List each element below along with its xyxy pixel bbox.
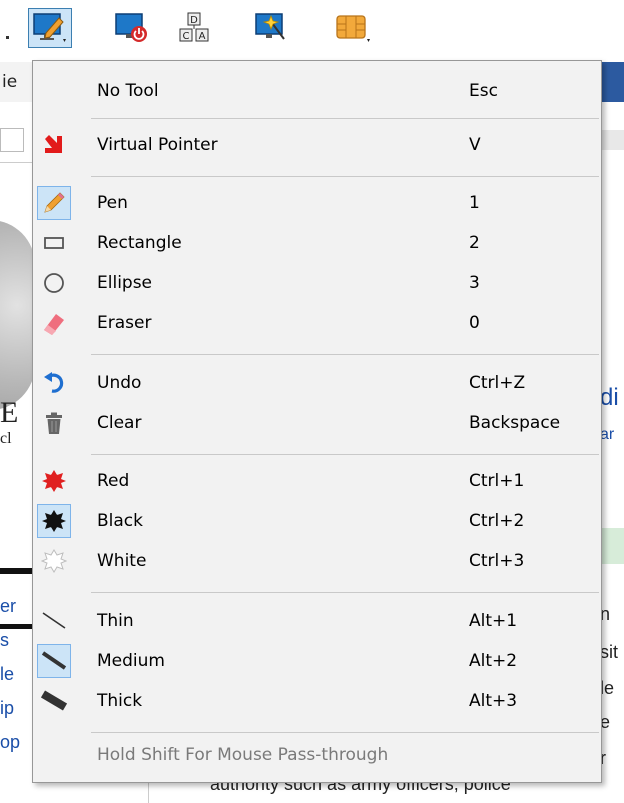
bg-fragment: ie [2, 72, 18, 92]
bg-black-line [0, 568, 32, 574]
menu-item-ellipse[interactable]: Ellipse 3 [33, 263, 601, 303]
svg-text:D: D [190, 15, 198, 26]
menu-item-shortcut: 3 [469, 273, 480, 293]
menu-item-label: Pen [97, 193, 128, 213]
thick-line-icon [37, 684, 71, 718]
eraser-icon [37, 306, 71, 340]
undo-arrow-icon [37, 366, 71, 400]
bg-link-fragment: er [0, 596, 17, 616]
menu-item-shortcut: 1 [469, 193, 480, 213]
menu-item-shortcut: Esc [469, 81, 498, 101]
bg-right-fragment: sit [600, 642, 618, 662]
bg-right-fragment: ar [600, 426, 615, 443]
ellipse-icon [37, 266, 71, 300]
menu-item-shortcut: Ctrl+2 [469, 511, 525, 531]
thin-line-icon [37, 604, 71, 638]
sim-chip-icon [336, 15, 370, 42]
toolbar-overflow-dot [6, 36, 9, 39]
bg-header-bar [600, 62, 624, 102]
menu-footer-hint: Hold Shift For Mouse Pass-through [97, 745, 389, 765]
menu-item-medium[interactable]: Medium Alt+2 [33, 641, 601, 681]
monitor-magic-wand-icon [255, 13, 285, 40]
menu-item-shortcut: Ctrl+3 [469, 551, 525, 571]
annotation-tool-button[interactable] [28, 8, 72, 48]
menu-item-shortcut: Alt+2 [469, 651, 518, 671]
menu-item-label: Virtual Pointer [97, 135, 218, 155]
pencil-icon [37, 186, 71, 220]
bg-globe-logo [0, 220, 35, 410]
menu-item-rectangle[interactable]: Rectangle 2 [33, 223, 601, 263]
white-splat-icon [37, 544, 71, 578]
menu-item-label: Rectangle [97, 233, 182, 253]
menu-separator [91, 176, 599, 177]
menu-separator [91, 454, 599, 455]
monitor-power-icon [115, 13, 147, 42]
menu-item-shortcut: Ctrl+Z [469, 373, 526, 393]
menu-item-label: Thick [97, 691, 143, 711]
monitor-pen-icon [33, 13, 66, 42]
trash-icon [37, 406, 71, 440]
menu-item-no-tool[interactable]: No Tool Esc [33, 71, 601, 111]
bg-link-fragment: op [0, 732, 21, 752]
menu-item-label: Red [97, 471, 130, 491]
menu-separator [91, 354, 599, 355]
red-arrow-pointer-icon [37, 128, 71, 162]
menu-separator [91, 732, 599, 733]
black-splat-icon [37, 504, 71, 538]
menu-item-shortcut: 0 [469, 313, 480, 333]
menu-item-shortcut: Alt+1 [469, 611, 518, 631]
menu-item-label: No Tool [97, 81, 159, 101]
menu-item-label: Medium [97, 651, 165, 671]
menu-item-label: Ellipse [97, 273, 153, 293]
bg-link-fragment: s [0, 630, 9, 650]
bg-fragment: cl [0, 430, 12, 447]
bg-fragment: E [0, 396, 19, 429]
menu-item-shortcut: 2 [469, 233, 480, 253]
menu-item-virtual-pointer[interactable]: Virtual Pointer V [33, 125, 601, 165]
menu-item-red[interactable]: Red Ctrl+1 [33, 461, 601, 501]
bg-right-fragment: le [600, 678, 615, 698]
menu-item-white[interactable]: White Ctrl+3 [33, 541, 601, 581]
menu-item-label: Black [97, 511, 143, 531]
rectangle-icon [37, 226, 71, 260]
bg-link-fragment: le [0, 664, 15, 684]
menu-item-thin[interactable]: Thin Alt+1 [33, 601, 601, 641]
svg-text:C: C [183, 31, 190, 42]
menu-item-pen[interactable]: Pen 1 [33, 183, 601, 223]
red-splat-icon [37, 464, 71, 498]
power-tool-button[interactable] [110, 8, 154, 48]
menu-item-eraser[interactable]: Eraser 0 [33, 303, 601, 343]
menu-item-label: Eraser [97, 313, 152, 333]
menu-item-undo[interactable]: Undo Ctrl+Z [33, 363, 601, 403]
tool-dropdown-menu: No Tool Esc Virtual Pointer V Pen 1 Rect… [32, 60, 602, 783]
bg-page-icon [0, 128, 24, 152]
menu-separator [91, 592, 599, 593]
bg-right-fragment: di [600, 384, 619, 411]
svg-text:A: A [199, 31, 206, 42]
menu-item-shortcut: Ctrl+1 [469, 471, 525, 491]
menu-item-label: Thin [97, 611, 134, 631]
magic-tool-button[interactable] [250, 8, 294, 48]
menu-separator [91, 118, 599, 119]
menu-item-label: Clear [97, 413, 142, 433]
bg-black-line [0, 624, 32, 629]
bg-link-fragment: ip [0, 698, 15, 718]
medium-line-icon [37, 644, 71, 678]
sim-tool-button[interactable] [330, 8, 374, 48]
menu-item-label: Undo [97, 373, 142, 393]
menu-item-clear[interactable]: Clear Backspace [33, 403, 601, 443]
bg-green-box [600, 528, 624, 564]
menu-item-shortcut: Alt+3 [469, 691, 518, 711]
dca-nodes-icon: D C A [179, 12, 209, 42]
menu-item-thick[interactable]: Thick Alt+3 [33, 681, 601, 721]
menu-item-shortcut: Backspace [469, 413, 561, 433]
menu-item-label: White [97, 551, 147, 571]
menu-item-shortcut: V [469, 135, 481, 155]
bg-scroll-area [600, 130, 624, 150]
dca-tool-button[interactable]: D C A [172, 8, 216, 48]
menu-item-black[interactable]: Black Ctrl+2 [33, 501, 601, 541]
